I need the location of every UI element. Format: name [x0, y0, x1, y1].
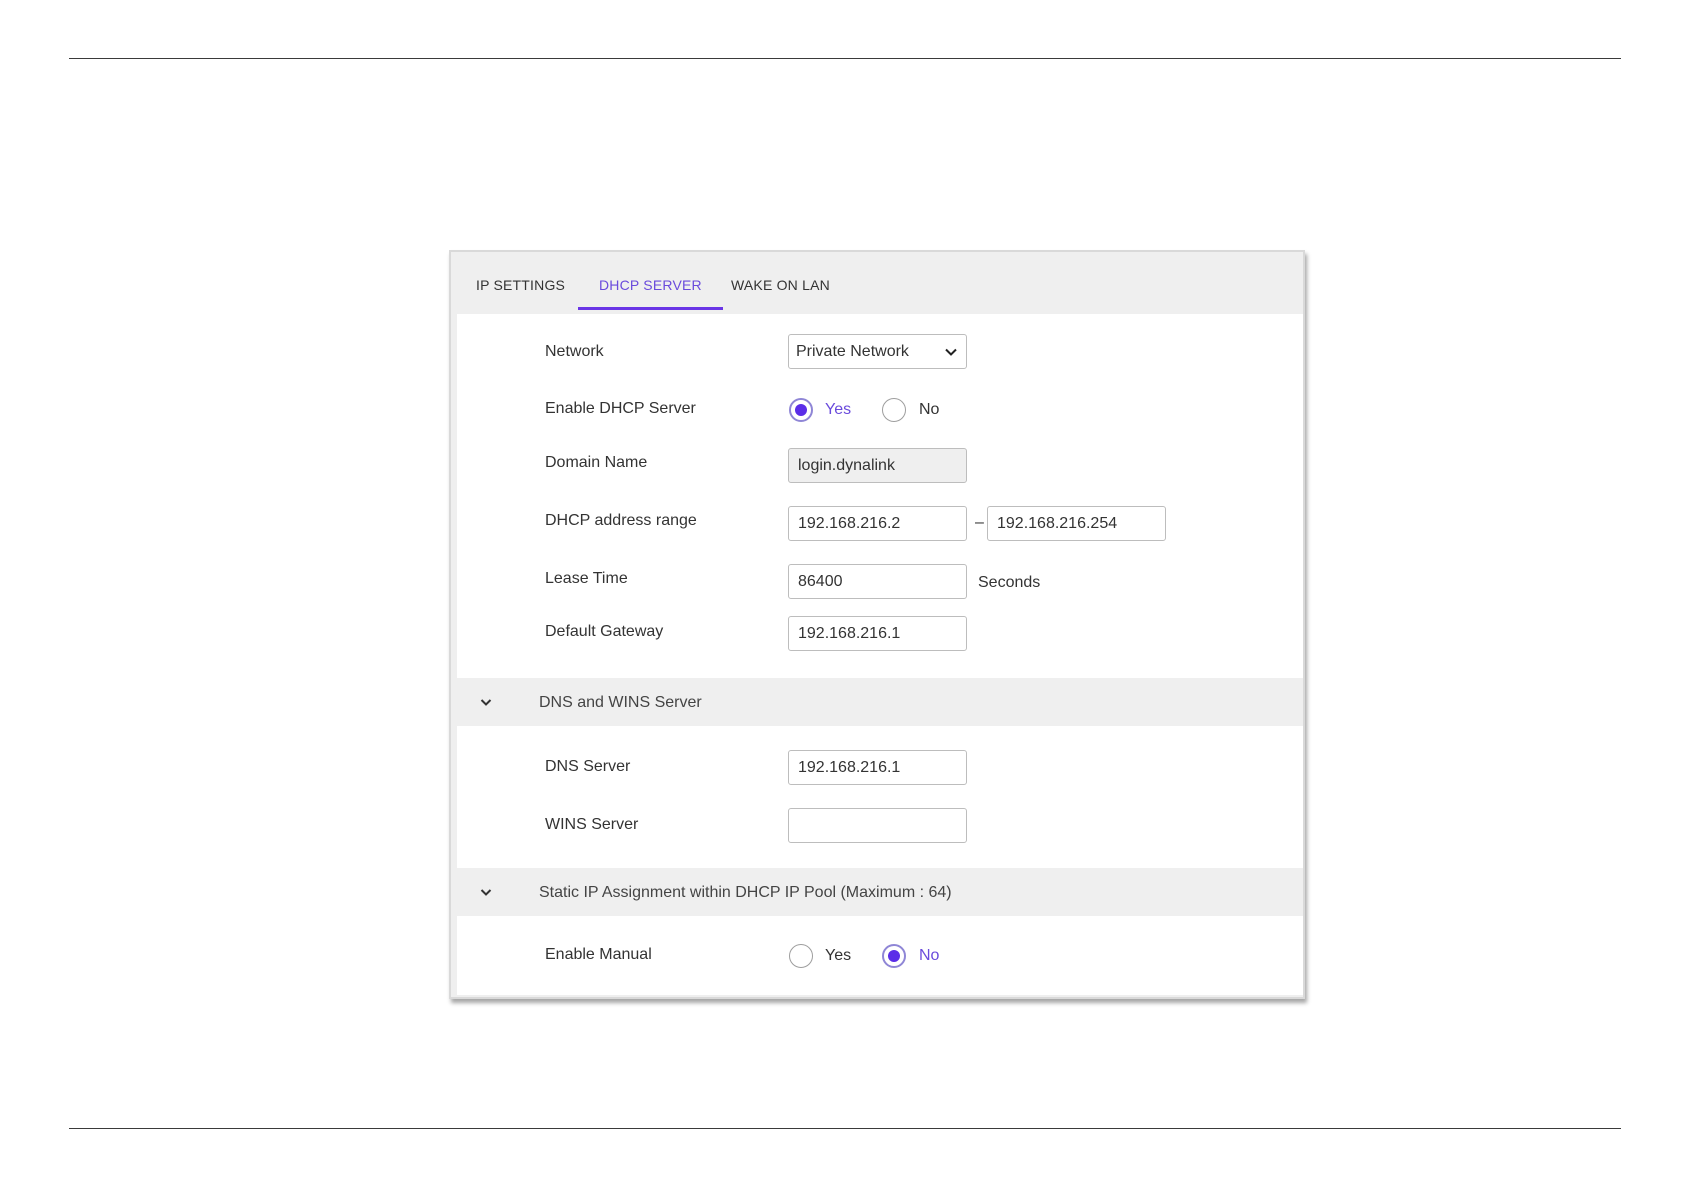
static-ip-section-title: Static IP Assignment within DHCP IP Pool… — [539, 884, 952, 901]
lease-time-unit: Seconds — [978, 574, 1041, 591]
default-gateway-input[interactable]: 192.168.216.1 — [788, 616, 967, 651]
dhcp-range-label: DHCP address range — [545, 512, 697, 529]
dns-section: DNS Server 192.168.216.1 WINS Server — [457, 726, 1303, 868]
enable-manual-yes-label: Yes — [825, 947, 852, 964]
header-rule — [69, 58, 1621, 59]
domain-name-field: login.dynalink — [788, 448, 967, 483]
enable-dhcp-yes-radio[interactable] — [789, 398, 813, 422]
static-ip-section: Enable Manual Yes No — [457, 916, 1303, 995]
enable-dhcp-label: Enable DHCP Server — [545, 400, 696, 417]
range-separator: – — [975, 514, 984, 531]
dhcp-range-start-input[interactable]: 192.168.216.2 — [788, 506, 967, 541]
enable-dhcp-no-label: No — [919, 401, 940, 418]
default-gateway-label: Default Gateway — [545, 623, 664, 640]
lease-time-input[interactable]: 86400 — [788, 564, 967, 599]
dhcp-settings-panel: IP SETTINGS DHCP SERVER WAKE ON LAN Netw… — [449, 250, 1305, 999]
tab-bar: IP SETTINGS DHCP SERVER WAKE ON LAN — [451, 252, 1303, 312]
dhcp-main-section: Network Private Network Enable DHCP Serv… — [457, 314, 1303, 678]
enable-manual-no-label: No — [919, 947, 940, 964]
dns-server-input[interactable]: 192.168.216.1 — [788, 750, 967, 785]
network-label: Network — [545, 343, 604, 360]
wins-server-label: WINS Server — [545, 816, 639, 833]
dhcp-range-end-input[interactable]: 192.168.216.254 — [987, 506, 1166, 541]
tab-ip-settings[interactable]: IP SETTINGS — [476, 252, 565, 310]
network-select-value: Private Network — [796, 343, 909, 360]
dns-section-header[interactable]: DNS and WINS Server — [457, 680, 1303, 724]
enable-dhcp-yes-label: Yes — [825, 401, 852, 418]
enable-manual-no-radio[interactable] — [882, 944, 906, 968]
domain-name-label: Domain Name — [545, 454, 648, 471]
chevron-down-icon — [945, 348, 957, 356]
enable-manual-yes-radio[interactable] — [789, 944, 813, 968]
dns-server-label: DNS Server — [545, 758, 631, 775]
lease-time-label: Lease Time — [545, 570, 628, 587]
wins-server-input[interactable] — [788, 808, 967, 843]
dns-section-title: DNS and WINS Server — [539, 694, 702, 711]
footer-rule — [69, 1128, 1621, 1129]
tab-dhcp-server[interactable]: DHCP SERVER — [578, 252, 723, 310]
chevron-down-icon[interactable] — [476, 692, 496, 712]
enable-manual-label: Enable Manual — [545, 946, 652, 963]
enable-dhcp-no-radio[interactable] — [882, 398, 906, 422]
chevron-down-icon[interactable] — [476, 882, 496, 902]
static-ip-section-header[interactable]: Static IP Assignment within DHCP IP Pool… — [457, 870, 1303, 914]
tab-wake-on-lan[interactable]: WAKE ON LAN — [731, 252, 830, 310]
network-select[interactable]: Private Network — [788, 334, 967, 369]
